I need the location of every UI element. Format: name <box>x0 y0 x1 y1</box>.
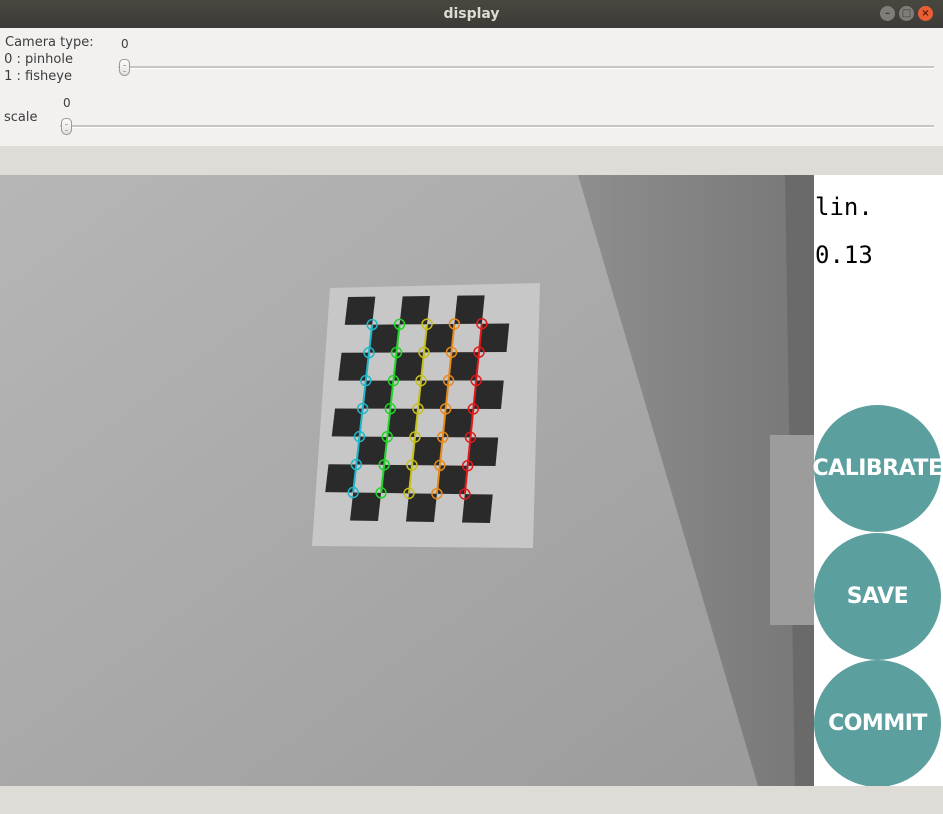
checker-square <box>344 296 376 325</box>
scale-value: 0 <box>63 96 71 110</box>
save-button[interactable]: SAVE <box>814 533 941 660</box>
close-icon[interactable]: × <box>918 6 933 21</box>
camera-type-slider-track[interactable] <box>118 66 934 69</box>
window-title: display <box>443 6 500 22</box>
scale-label: scale <box>4 110 38 125</box>
trackbar-panel: Camera type: 0 : pinhole 1 : fisheye 0 s… <box>0 28 943 146</box>
camera-view: lin. 0.13 CALIBRATE SAVE COMMIT <box>0 175 943 786</box>
calibrate-button[interactable]: CALIBRATE <box>813 405 943 532</box>
maximize-icon[interactable]: □ <box>899 6 914 21</box>
camera-type-slider-thumb[interactable] <box>119 59 130 76</box>
commit-button[interactable]: COMMIT <box>814 660 941 786</box>
camera-type-label-2: 0 : pinhole <box>0 52 73 67</box>
side-panel: lin. 0.13 CALIBRATE SAVE COMMIT <box>813 175 943 786</box>
metric-label: lin. <box>815 193 873 221</box>
camera-type-label-3: 1 : fisheye <box>0 69 72 84</box>
camera-image <box>0 175 814 786</box>
scale-slider-track[interactable] <box>60 125 934 128</box>
metric-value: 0.13 <box>815 241 873 269</box>
camera-type-label-1: Camera type: <box>5 35 94 50</box>
title-bar: display – □ × <box>0 0 943 28</box>
camera-type-value: 0 <box>121 37 129 51</box>
minimize-icon[interactable]: – <box>880 6 895 21</box>
scale-slider-thumb[interactable] <box>61 118 72 135</box>
